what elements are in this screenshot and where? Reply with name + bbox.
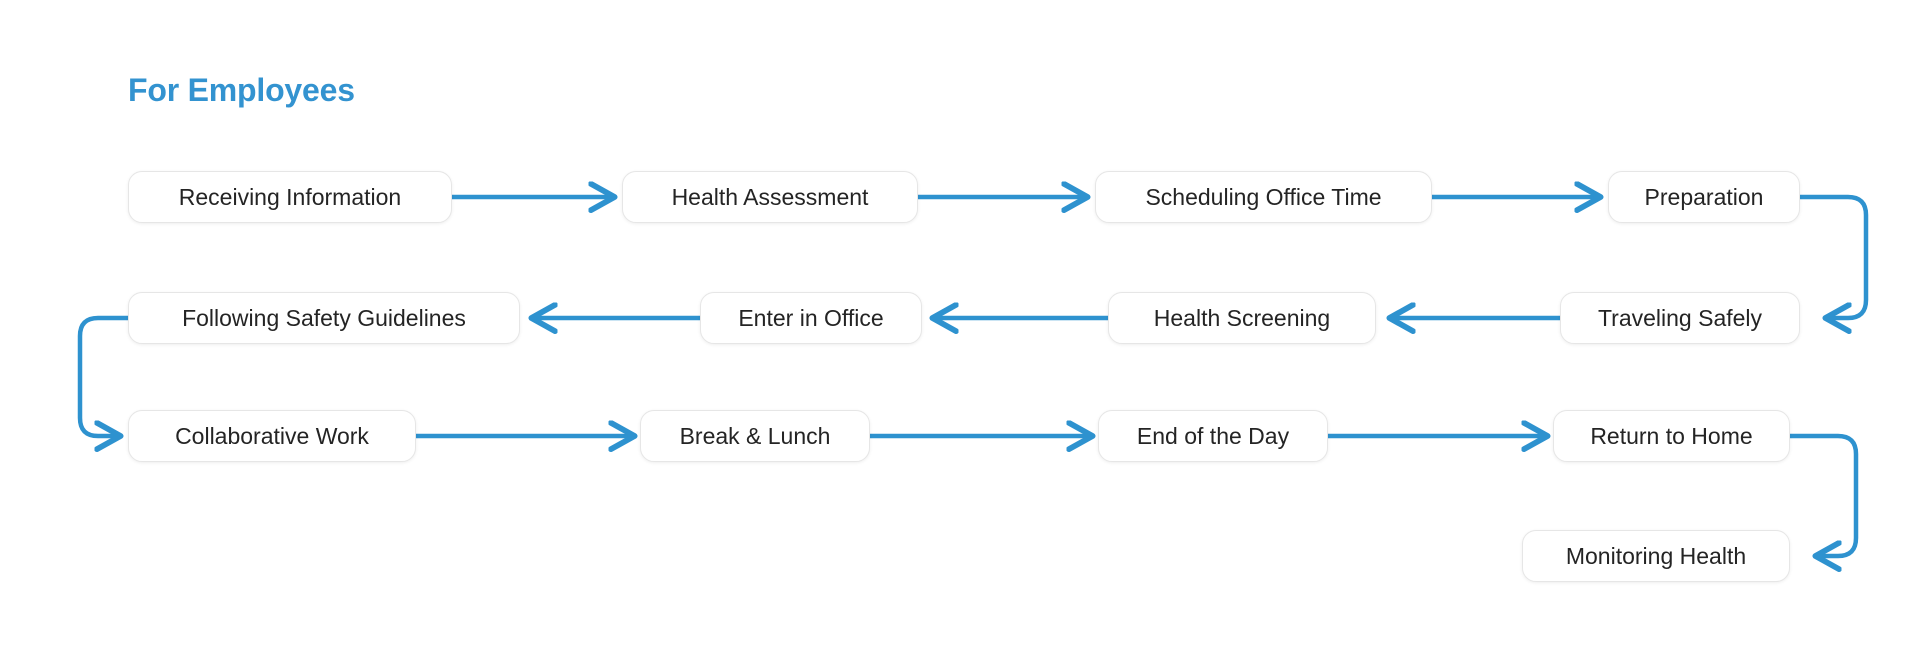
node-traveling-safely[interactable]: Traveling Safely (1560, 292, 1800, 344)
node-label: Receiving Information (178, 183, 402, 210)
node-label: Collaborative Work (175, 422, 369, 449)
connector-following-safety-to-collaborative-work (77, 315, 131, 436)
node-preparation[interactable]: Preparation (1608, 171, 1800, 223)
node-label: Scheduling Office Time (1145, 183, 1382, 210)
page-title: For Employees (128, 72, 355, 108)
node-label: Monitoring Health (1565, 542, 1747, 569)
diagram-canvas: For Employees Receiving Information Heal… (0, 0, 1920, 656)
node-health-screening[interactable]: Health Screening (1108, 292, 1376, 344)
node-break-and-lunch[interactable]: Break & Lunch (640, 410, 870, 462)
node-return-to-home[interactable]: Return to Home (1553, 410, 1790, 462)
node-scheduling-office-time[interactable]: Scheduling Office Time (1095, 171, 1432, 223)
node-end-of-the-day[interactable]: End of the Day (1098, 410, 1328, 462)
node-health-assessment[interactable]: Health Assessment (622, 171, 918, 223)
node-label: End of the Day (1136, 422, 1290, 449)
node-label: Traveling Safely (1597, 304, 1763, 331)
node-enter-in-office[interactable]: Enter in Office (700, 292, 922, 344)
node-monitoring-health[interactable]: Monitoring Health (1522, 530, 1790, 582)
node-label: Health Assessment (671, 183, 869, 210)
node-collaborative-work[interactable]: Collaborative Work (128, 410, 416, 462)
node-receiving-information[interactable]: Receiving Information (128, 171, 452, 223)
node-label: Health Screening (1153, 304, 1331, 331)
node-label: Return to Home (1590, 422, 1753, 449)
connector-return-to-home-to-monitoring-health (1787, 433, 1859, 556)
node-label: Following Safety Guidelines (182, 304, 466, 331)
node-following-safety-guidelines[interactable]: Following Safety Guidelines (128, 292, 520, 344)
node-label: Preparation (1644, 183, 1764, 210)
node-label: Enter in Office (738, 304, 884, 331)
connector-preparation-to-traveling-safely (1797, 194, 1869, 318)
node-label: Break & Lunch (679, 422, 831, 449)
